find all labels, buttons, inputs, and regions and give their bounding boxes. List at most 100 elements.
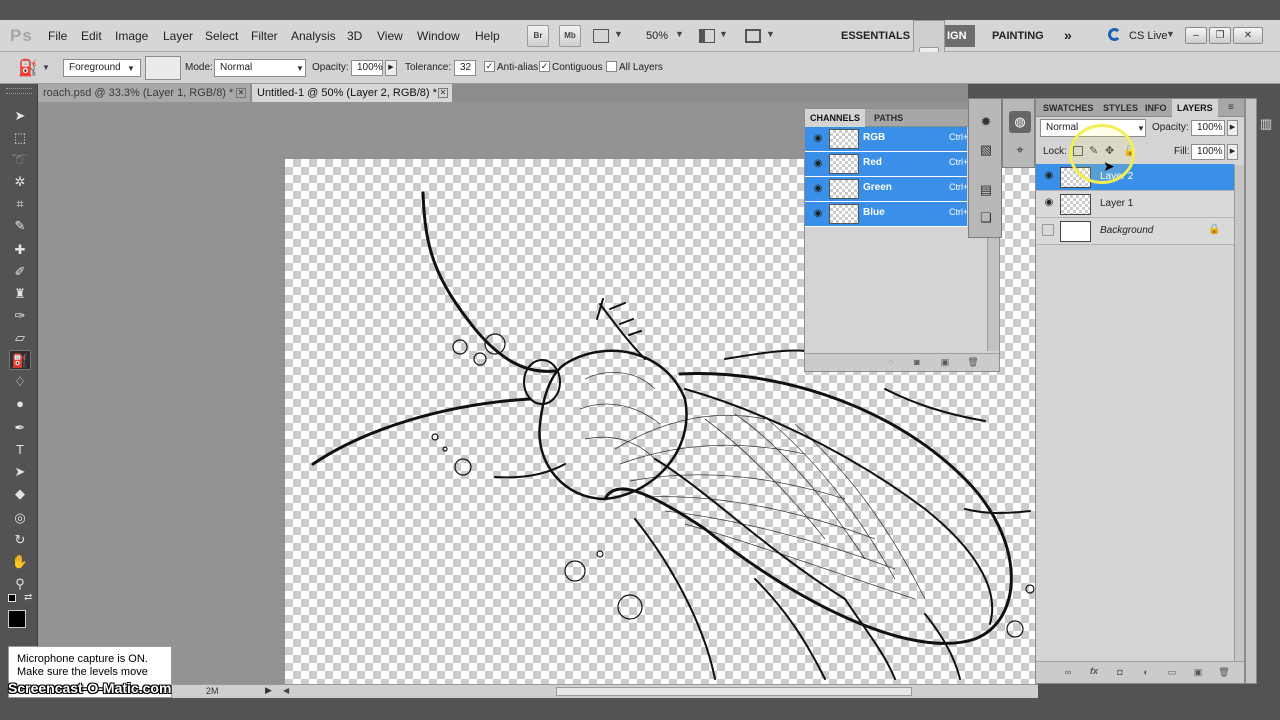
3d-rotate-tool-icon[interactable]: ◎ [9,508,31,528]
layers-scrollbar[interactable] [1234,165,1244,661]
opacity-slider-arrow-icon[interactable]: ▶ [385,60,397,76]
tolerance-input[interactable]: 32 [454,60,476,76]
chevron-down-icon[interactable]: ▼ [1166,29,1175,39]
foreground-color-swatch[interactable] [8,610,26,628]
trash-icon[interactable]: 🗑 [1218,667,1230,678]
default-colors-icon[interactable] [8,594,16,602]
menu-file[interactable]: File [48,29,67,43]
pattern-picker[interactable] [145,56,181,80]
layer-row-layer-1[interactable]: ◉ Layer 1 [1036,191,1234,218]
close-tab-icon[interactable]: ✕ [236,88,246,98]
tab-layers[interactable]: LAYERS [1172,99,1218,117]
menu-help[interactable]: Help [475,29,500,43]
eye-icon[interactable]: ◉ [811,158,825,170]
eraser-tool-icon[interactable]: ▱ [9,328,31,348]
brush-tool-icon[interactable]: ✐ [9,262,31,282]
layer-name[interactable]: Background [1100,225,1153,236]
workspace-design[interactable]: IGN [945,25,975,47]
link-layers-icon[interactable]: ∞ [1062,667,1074,678]
status-arrow-icon[interactable]: ▶ [265,685,272,696]
pen-tool-icon[interactable]: ✒ [9,418,31,438]
panel-menu-icon[interactable]: ≡ [1228,102,1234,113]
chevron-down-icon[interactable]: ▼ [766,29,775,39]
chevron-down-icon[interactable]: ▼ [675,29,684,39]
crop-tool-icon[interactable]: ⌗ [9,194,31,214]
actions-icon[interactable]: ▤ [975,179,997,201]
zoom-level[interactable]: 50% [646,30,668,42]
adjustments-icon[interactable]: ◍ [1009,111,1031,133]
channel-row-blue[interactable]: ◉ Blue Ctrl+ [805,202,968,227]
eyedropper-tool-icon[interactable]: ✎ [9,216,31,236]
trash-icon[interactable]: 🗑 [967,357,979,368]
mode-select[interactable]: Normal [214,59,306,77]
new-layer-icon[interactable]: ▣ [1192,667,1204,678]
shape-tool-icon[interactable]: ◆ [9,484,31,504]
layer-style-icon[interactable]: fx [1088,666,1100,677]
horizontal-scrollbar-thumb[interactable] [556,687,912,696]
tab-styles[interactable]: STYLES [1098,99,1143,117]
visibility-toggle[interactable] [1042,224,1054,236]
paint-bucket-icon[interactable]: ⛽ [18,58,38,78]
menu-image[interactable]: Image [115,29,148,43]
screen-mode-icon[interactable] [745,29,761,43]
scroll-left-icon[interactable]: ◀ [283,686,293,697]
tab-channels[interactable]: CHANNELS [805,109,866,127]
menu-3d[interactable]: 3D [347,29,362,43]
eye-icon[interactable]: ◉ [1042,197,1056,209]
arrange-documents-icon[interactable] [699,29,715,43]
menu-select[interactable]: Select [205,29,238,43]
dodge-tool-icon[interactable]: ● [9,394,31,414]
paint-bucket-tool-icon[interactable]: ⛽ [9,350,31,370]
tab-untitled-1[interactable]: Untitled-1 @ 50% (Layer 2, RGB/8) * ✕ [252,84,452,102]
eye-icon[interactable]: ◉ [811,183,825,195]
histogram-icon[interactable]: ▧ [975,139,997,161]
lasso-tool-icon[interactable]: ➰ [9,150,31,170]
move-tool-icon[interactable]: ➤ [9,106,31,126]
transform-icon[interactable]: ⌖ [1009,139,1031,161]
healing-brush-tool-icon[interactable]: ✚ [9,240,31,260]
all-layers-checkbox[interactable] [606,61,617,72]
opacity-slider-arrow-icon[interactable]: ▶ [1227,120,1238,136]
more-workspaces-icon[interactable]: » [1064,27,1072,43]
tab-roach[interactable]: roach.psd @ 33.3% (Layer 1, RGB/8) * ✕ [38,84,250,102]
layer-mask-icon[interactable]: ◘ [1114,667,1126,678]
tab-paths[interactable]: PATHS [869,109,908,127]
marquee-tool-icon[interactable]: ⬚ [9,128,31,148]
opacity-input[interactable]: 100% [351,60,383,76]
anti-alias-checkbox[interactable]: ✓ [484,61,495,72]
eye-icon[interactable]: ◉ [1042,170,1056,182]
type-tool-icon[interactable]: T [9,440,31,460]
tools-grip-icon[interactable] [6,88,32,94]
adjustment-layer-icon[interactable]: ◐ [1140,667,1152,678]
magic-wand-tool-icon[interactable]: ✲ [9,172,31,192]
close-tab-icon[interactable]: ✕ [438,88,448,98]
bridge-button[interactable]: Br [527,25,549,47]
3d-orbit-tool-icon[interactable]: ↻ [9,530,31,550]
clone-stamp-tool-icon[interactable]: ♜ [9,284,31,304]
mini-bridge-button[interactable]: Mb [559,25,581,47]
history-brush-tool-icon[interactable]: ✑ [9,306,31,326]
new-group-icon[interactable]: ▭ [1166,667,1178,678]
menu-window[interactable]: Window [417,29,460,43]
workspace-essentials[interactable]: ESSENTIALS [841,30,910,42]
menu-layer[interactable]: Layer [163,29,193,43]
eye-icon[interactable]: ◉ [811,133,825,145]
view-extras-icon[interactable] [593,29,609,43]
menu-edit[interactable]: Edit [81,29,102,43]
close-button[interactable]: ✕ [1233,27,1263,44]
chevron-down-icon[interactable]: ▼ [719,29,728,39]
workspace-painting[interactable]: PAINTING [992,30,1044,42]
layer-row-background[interactable]: Background 🔒 [1036,218,1234,245]
fill-input[interactable]: 100% [1191,144,1225,160]
tab-info[interactable]: INFO [1140,99,1172,117]
menu-view[interactable]: View [377,29,403,43]
chevron-down-icon[interactable]: ▼ [614,29,623,39]
minimize-button[interactable]: – [1185,27,1207,44]
tab-swatches[interactable]: SWATCHES [1038,99,1098,117]
save-selection-icon[interactable]: ◙ [911,357,923,368]
path-selection-tool-icon[interactable]: ➤ [9,462,31,482]
panel-scrollbar[interactable] [1245,98,1257,684]
channel-row-rgb[interactable]: ◉ RGB Ctrl+ [805,127,968,152]
load-selection-icon[interactable]: ◌ [885,357,897,368]
new-channel-icon[interactable]: ▣ [939,357,951,368]
